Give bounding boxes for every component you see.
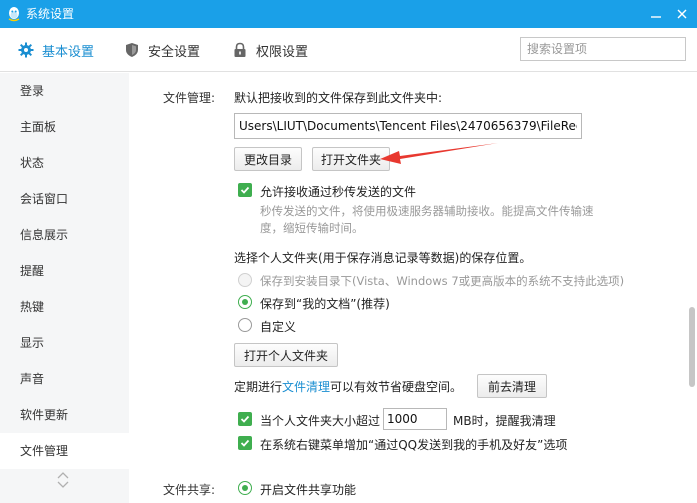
allow-fast-transfer-label: 允许接收通过秒传发送的文件 [260, 185, 417, 199]
save-folder-prompt: 默认把接收到的文件保存到此文件夹中: [234, 91, 443, 105]
fast-transfer-description-line1: 秒传发送的文件，将使用极速服务器辅助接收。能提高文件传输速 [260, 204, 594, 218]
chevron-up-icon [57, 472, 69, 479]
file-cleanup-link[interactable]: 文件清理 [282, 380, 330, 394]
sidebar-item-software-update[interactable]: 软件更新 [0, 397, 129, 433]
lock-icon [234, 42, 246, 57]
size-limit-suffix-label: MB时，提醒我清理 [453, 414, 556, 428]
checkmark-icon [240, 439, 250, 447]
tab-label: 安全设置 [148, 44, 201, 60]
gear-icon [18, 42, 34, 58]
change-directory-button[interactable]: 更改目录 [234, 147, 302, 171]
radio-my-documents-label: 保存到“我的文档”(推荐) [260, 297, 390, 311]
sidebar-item-display[interactable]: 显示 [0, 325, 129, 361]
file-management-section-label: 文件管理: [163, 91, 216, 105]
enable-file-sharing-label: 开启文件共享功能 [260, 483, 357, 497]
sidebar: 登录 主面板 状态 会话窗口 信息展示 提醒 热键 显示 声音 软件更新 文件管… [0, 73, 129, 503]
radio-install-directory-label: 保存到安装目录下(Vista、Windows 7或更高版本的系统不支持此选项) [260, 274, 625, 288]
chevron-down-icon [57, 481, 69, 488]
title-bar: 系统设置 [0, 0, 697, 28]
radio-my-documents[interactable] [238, 295, 252, 309]
open-folder-button[interactable]: 打开文件夹 [312, 147, 390, 171]
allow-fast-transfer-checkbox[interactable] [238, 183, 252, 197]
window-title: 系统设置 [26, 7, 75, 21]
personal-folder-prompt: 选择个人文件夹(用于保存消息记录等数据)的保存位置。 [234, 251, 532, 265]
tab-label: 基本设置 [42, 44, 95, 60]
tab-label: 权限设置 [256, 44, 309, 60]
checkmark-icon [240, 186, 250, 194]
context-menu-checkbox[interactable] [238, 436, 252, 450]
radio-install-directory[interactable] [238, 273, 252, 287]
sidebar-item-hotkeys[interactable]: 热键 [0, 289, 129, 325]
sidebar-item-status[interactable]: 状态 [0, 145, 129, 181]
tab-permission-settings[interactable]: 权限设置 [232, 28, 308, 72]
scrollbar-thumb[interactable] [689, 307, 695, 387]
sidebar-item-chat-window[interactable]: 会话窗口 [0, 181, 129, 217]
qq-logo-icon [8, 7, 20, 22]
sidebar-item-sound[interactable]: 声音 [0, 361, 129, 397]
sidebar-scroll-more[interactable] [54, 470, 72, 500]
cleanup-suffix: 可以有效节省硬盘空间。 [330, 380, 463, 394]
download-path-field[interactable] [234, 113, 582, 139]
minimize-icon [651, 16, 661, 18]
settings-content: 文件管理: 默认把接收到的文件保存到此文件夹中: 更改目录 打开文件夹 允许接收… [129, 73, 685, 503]
radio-custom-label: 自定义 [260, 320, 297, 334]
go-cleanup-button[interactable]: 前去清理 [477, 374, 547, 398]
close-icon [677, 9, 687, 19]
shield-icon [126, 43, 138, 57]
size-limit-prefix-label: 当个人文件夹大小超过 [260, 414, 381, 428]
context-menu-label: 在系统右键菜单增加“通过QQ发送到我的手机及好友”选项 [260, 438, 568, 452]
radio-custom[interactable] [238, 318, 252, 332]
radio-enable-file-sharing[interactable] [238, 481, 252, 495]
settings-tab-bar: 基本设置 安全设置 权限设置 [0, 28, 697, 72]
sidebar-item-info-display[interactable]: 信息展示 [0, 217, 129, 253]
checkmark-icon [240, 415, 250, 423]
fast-transfer-description-line2: 度，缩短传输时间。 [260, 221, 364, 235]
sidebar-item-main-panel[interactable]: 主面板 [0, 109, 129, 145]
scrollbar-track[interactable] [686, 73, 697, 503]
tab-security-settings[interactable]: 安全设置 [124, 28, 200, 72]
minimize-button[interactable] [646, 4, 666, 24]
open-personal-folder-button[interactable]: 打开个人文件夹 [234, 343, 338, 367]
size-limit-input[interactable] [383, 408, 447, 430]
cleanup-prefix: 定期进行 [234, 380, 283, 394]
tab-basic-settings[interactable]: 基本设置 [18, 28, 94, 72]
cleanup-hint: 定期进行文件清理可以有效节省硬盘空间。 [234, 378, 462, 395]
size-limit-reminder-checkbox[interactable] [238, 412, 252, 426]
close-button[interactable] [672, 4, 692, 24]
sidebar-item-file-management[interactable]: 文件管理 [0, 433, 129, 469]
search-input[interactable] [520, 37, 686, 61]
sidebar-item-login[interactable]: 登录 [0, 73, 129, 109]
file-sharing-section-label: 文件共享: [163, 483, 216, 497]
sidebar-item-reminders[interactable]: 提醒 [0, 253, 129, 289]
